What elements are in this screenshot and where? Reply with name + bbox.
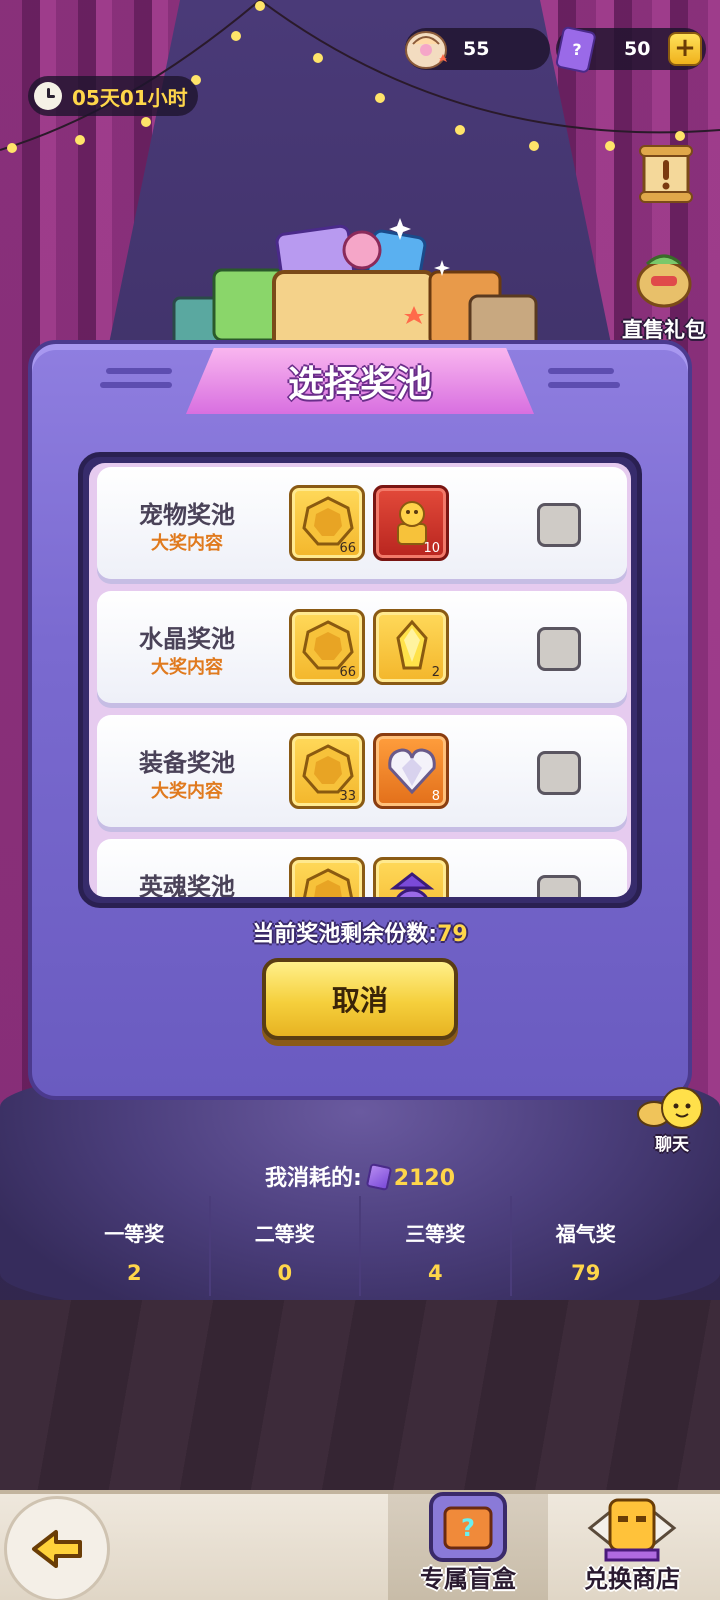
pool-name: 宠物奖池	[139, 501, 235, 529]
stat-value: 4	[427, 1261, 443, 1285]
wood-floor	[0, 1300, 720, 1490]
remaining-count: 当前奖池剩余份数:79	[0, 916, 720, 948]
ticket-count: 50	[624, 38, 651, 60]
item-count: 66	[339, 541, 356, 556]
event-timer: 05天01小时	[28, 76, 198, 116]
remaining-label: 当前奖池剩余份数:	[252, 922, 438, 947]
back-button[interactable]	[4, 1496, 110, 1600]
item-count: 10	[423, 541, 440, 556]
notice-button[interactable]	[636, 142, 696, 206]
pool-row-equipment[interactable]: 装备奖池 大奖内容 33 8	[97, 715, 627, 827]
add-ticket-button[interactable]: +	[668, 32, 702, 66]
chat-bubble-icon	[637, 1087, 703, 1129]
panel-vent	[100, 382, 172, 388]
pool-checkbox[interactable]	[537, 751, 581, 795]
mystery-box-icon: ?	[429, 1492, 507, 1562]
panel-vent	[106, 368, 172, 374]
tab-exchange-shop[interactable]: 兑换商店	[552, 1494, 712, 1600]
shop-totem-icon	[587, 1498, 677, 1562]
stat-third-prize: 三等奖 4	[361, 1196, 512, 1296]
shell-currency: 55	[405, 28, 550, 70]
prize-item-golden-pet[interactable]: 10	[373, 485, 449, 561]
panel-title: 选择奖池	[186, 348, 534, 414]
item-count: 66	[339, 665, 356, 680]
back-arrow-icon	[32, 1530, 82, 1568]
prize-item-gold-token[interactable]: 33	[289, 733, 365, 809]
stat-label: 一等奖	[104, 1222, 165, 1246]
svg-text:?: ?	[461, 1514, 475, 1542]
timer-text: 05天01小时	[72, 85, 188, 110]
svg-text:?: ?	[572, 40, 581, 59]
stat-value: 2	[126, 1261, 142, 1285]
consume-value: 2120	[393, 1166, 456, 1191]
gold-token-icon	[303, 868, 353, 897]
ticket-icon: ?	[555, 26, 596, 73]
scroll-notice-icon	[639, 145, 693, 203]
grand-prize-link[interactable]: 大奖内容	[127, 529, 247, 555]
prize-item-hero-soul[interactable]	[373, 857, 449, 897]
stat-second-prize: 二等奖 0	[211, 1196, 361, 1296]
prize-item-gold-token[interactable]	[289, 857, 365, 897]
remaining-value: 79	[437, 922, 468, 947]
item-count: 2	[431, 665, 440, 680]
prize-stats: 一等奖 2 二等奖 0 三等奖 4 福气奖 79	[60, 1196, 660, 1296]
prize-item-gold-token[interactable]: 66	[289, 485, 365, 561]
stat-lucky-prize: 福气奖 79	[512, 1196, 661, 1296]
clock-icon	[34, 82, 62, 110]
tab-label: 专属盲盒	[420, 1565, 516, 1593]
hero-soul-icon	[389, 872, 435, 897]
pool-checkbox[interactable]	[537, 875, 581, 897]
prize-item-gold-token[interactable]: 66	[289, 609, 365, 685]
stat-value: 0	[277, 1261, 293, 1285]
item-count: 33	[339, 789, 356, 804]
gift-pack-button[interactable]: 直售礼包	[612, 246, 716, 344]
stat-label: 福气奖	[555, 1222, 616, 1246]
pool-checkbox[interactable]	[537, 503, 581, 547]
pool-name: 水晶奖池	[139, 625, 235, 653]
pool-name: 装备奖池	[139, 749, 235, 777]
pool-row-pet[interactable]: 宠物奖池 大奖内容 66 10	[97, 467, 627, 579]
tab-mystery-box[interactable]: ? 专属盲盒	[388, 1492, 548, 1600]
panel-vent	[548, 382, 620, 388]
pool-list[interactable]: 宠物奖池 大奖内容 66 10 水晶奖池 大奖内容 66 2 装备奖池 大奖内容…	[78, 452, 642, 908]
prize-item-diamond-heart[interactable]: 8	[373, 733, 449, 809]
stat-label: 三等奖	[405, 1222, 466, 1246]
pool-row-crystal[interactable]: 水晶奖池 大奖内容 66 2	[97, 591, 627, 703]
grand-prize-link[interactable]: 大奖内容	[127, 653, 247, 679]
stat-first-prize: 一等奖 2	[60, 1196, 211, 1296]
chat-label: 聊天	[655, 1135, 689, 1155]
prize-item-crystal[interactable]: 2	[373, 609, 449, 685]
tab-label: 兑换商店	[584, 1565, 680, 1593]
pool-checkbox[interactable]	[537, 627, 581, 671]
pool-name: 英魂奖池	[139, 873, 235, 897]
pool-row-hero-soul[interactable]: 英魂奖池	[97, 839, 627, 897]
shell-count: 55	[463, 38, 490, 60]
shell-icon	[405, 31, 447, 69]
ticket-currency: ? 50 +	[555, 26, 706, 73]
cancel-button[interactable]: 取消	[262, 958, 458, 1040]
item-count: 8	[431, 789, 440, 804]
consumption-summary: 我消耗的: 2120	[0, 1160, 720, 1192]
consume-label: 我消耗的:	[264, 1166, 362, 1191]
stat-value: 79	[571, 1261, 601, 1285]
grand-prize-link[interactable]: 大奖内容	[127, 777, 247, 803]
gift-bag-icon	[636, 254, 692, 308]
stat-label: 二等奖	[254, 1222, 315, 1246]
panel-vent	[548, 368, 614, 374]
chat-button[interactable]: 聊天	[632, 1086, 712, 1166]
ticket-icon	[365, 1162, 393, 1192]
